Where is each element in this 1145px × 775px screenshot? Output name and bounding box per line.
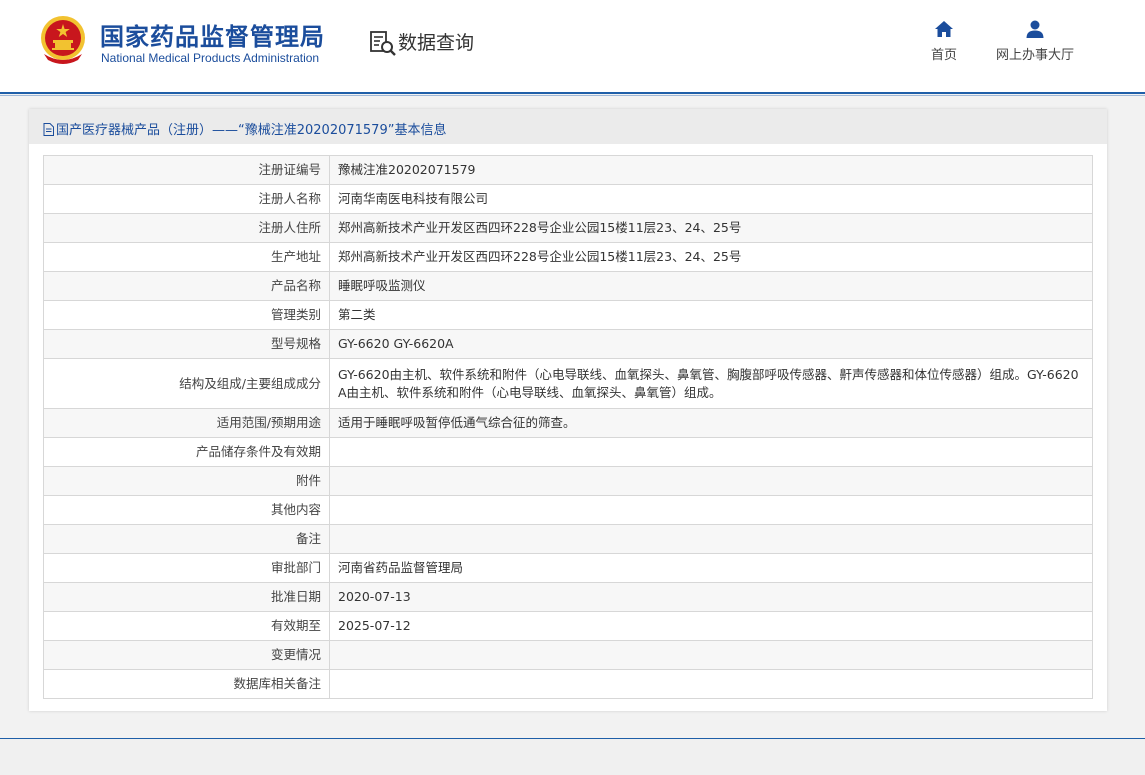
field-label: 批准日期	[43, 582, 330, 612]
field-label: 注册人名称	[43, 184, 330, 214]
field-label: 附件	[43, 466, 330, 496]
table-row: 注册证编号 豫械注准20202071579	[43, 155, 1093, 185]
field-label: 有效期至	[43, 611, 330, 641]
field-value-text: 第二类	[338, 307, 376, 322]
field-value-text: 睡眠呼吸监测仪	[338, 278, 426, 293]
info-table: 注册证编号 豫械注准20202071579 注册人名称 河南华南医电科技有限公司 注册人…	[43, 155, 1093, 699]
user-icon	[1026, 20, 1044, 38]
table-row: 管理类别 第二类	[43, 300, 1093, 330]
field-label: 审批部门	[43, 553, 330, 583]
table-row: 注册人名称 河南华南医电科技有限公司	[43, 184, 1093, 214]
table-row: 产品储存条件及有效期	[43, 437, 1093, 467]
field-label: 产品储存条件及有效期	[43, 437, 330, 467]
home-icon	[935, 21, 953, 37]
table-row: 注册人住所 郑州高新技术产业开发区西四环228号企业公园15楼11层23、24、2…	[43, 213, 1093, 243]
field-label: 结构及组成/主要组成成分	[43, 358, 330, 409]
field-value-text: 郑州高新技术产业开发区西四环228号企业公园15楼11层23、24、25号	[338, 220, 742, 235]
nav-online-hall-link[interactable]: 网上办事大厅	[990, 20, 1080, 63]
field-label: 管理类别	[43, 300, 330, 330]
field-value: 2020-07-13	[329, 582, 1093, 612]
nav-home-label: 首页	[930, 48, 957, 63]
field-label: 变更情况	[43, 640, 330, 670]
field-value	[329, 495, 1093, 525]
field-label: 生产地址	[43, 242, 330, 272]
site-footer	[0, 739, 1145, 775]
field-label: 数据库相关备注	[43, 669, 330, 699]
header-divider-thin	[0, 95, 1145, 96]
field-value: 豫械注准20202071579	[329, 155, 1093, 185]
data-query-icon	[370, 31, 396, 56]
field-value: 2025-07-12	[329, 611, 1093, 641]
field-value	[329, 524, 1093, 554]
table-row: 有效期至 2025-07-12	[43, 611, 1093, 641]
header-divider	[0, 92, 1145, 94]
table-row: 产品名称 睡眠呼吸监测仪	[43, 271, 1093, 301]
document-icon	[43, 123, 54, 136]
field-label: 其他内容	[43, 495, 330, 525]
field-label: 产品名称	[43, 271, 330, 301]
field-value-text: 2020-07-13	[338, 589, 411, 604]
table-row: 结构及组成/主要组成成分 GY-6620由主机、软件系统和附件（心电导联线、血氧探…	[43, 358, 1093, 409]
field-value-text: 河南华南医电科技有限公司	[338, 191, 489, 206]
field-value: 郑州高新技术产业开发区西四环228号企业公园15楼11层23、24、25号	[329, 213, 1093, 243]
field-value	[329, 640, 1093, 670]
field-value-text: GY-6620 GY-6620A	[338, 336, 454, 351]
card-title: 国产医疗器械产品（注册）——“豫械注准20202071579”基本信息	[43, 119, 446, 138]
field-value-text: 豫械注准20202071579	[338, 162, 476, 177]
field-value: 河南华南医电科技有限公司	[329, 184, 1093, 214]
table-row: 审批部门 河南省药品监督管理局	[43, 553, 1093, 583]
field-label: 注册人住所	[43, 213, 330, 243]
national-emblem-icon	[41, 16, 85, 64]
field-value-text: 2025-07-12	[338, 618, 411, 633]
field-value-text: 郑州高新技术产业开发区西四环228号企业公园15楼11层23、24、25号	[338, 249, 742, 264]
table-row: 其他内容	[43, 495, 1093, 525]
field-label: 注册证编号	[43, 155, 330, 185]
section-title: 数据查询	[398, 32, 475, 54]
agency-name-cn: 国家药品监督管理局	[100, 23, 325, 51]
table-row: 批准日期 2020-07-13	[43, 582, 1093, 612]
table-row: 型号规格 GY-6620 GY-6620A	[43, 329, 1093, 359]
field-value: GY-6620由主机、软件系统和附件（心电导联线、血氧探头、鼻氧管、胸腹部呼吸传…	[329, 358, 1093, 409]
field-value	[329, 437, 1093, 467]
agency-name-en: National Medical Products Administration	[101, 51, 320, 65]
table-row: 适用范围/预期用途 适用于睡眠呼吸暂停低通气综合征的筛查。	[43, 408, 1093, 438]
nav-online-hall-label: 网上办事大厅	[995, 48, 1074, 63]
field-value-text: 适用于睡眠呼吸暂停低通气综合征的筛查。	[338, 415, 576, 430]
field-value: 河南省药品监督管理局	[329, 553, 1093, 583]
field-value-text: 河南省药品监督管理局	[338, 560, 464, 575]
field-value-text: GY-6620由主机、软件系统和附件（心电导联线、血氧探头、鼻氧管、胸腹部呼吸传…	[338, 366, 1079, 400]
card-header: 国产医疗器械产品（注册）——“豫械注准20202071579”基本信息	[29, 109, 1107, 144]
table-row: 生产地址 郑州高新技术产业开发区西四环228号企业公园15楼11层23、24、25…	[43, 242, 1093, 272]
card-title-text: 国产医疗器械产品（注册）——“豫械注准20202071579”基本信息	[56, 123, 447, 138]
site-header: 国家药品监督管理局 National Medical Products Admi…	[0, 0, 1145, 92]
table-row: 备注	[43, 524, 1093, 554]
field-value: 第二类	[329, 300, 1093, 330]
table-row: 附件	[43, 466, 1093, 496]
table-row: 变更情况	[43, 640, 1093, 670]
field-label: 适用范围/预期用途	[43, 408, 330, 438]
field-label: 型号规格	[43, 329, 330, 359]
field-value: GY-6620 GY-6620A	[329, 329, 1093, 359]
field-value	[329, 466, 1093, 496]
table-row: 数据库相关备注	[43, 669, 1093, 699]
field-value: 郑州高新技术产业开发区西四环228号企业公园15楼11层23、24、25号	[329, 242, 1093, 272]
field-value	[329, 669, 1093, 699]
field-value: 睡眠呼吸监测仪	[329, 271, 1093, 301]
field-value: 适用于睡眠呼吸暂停低通气综合征的筛查。	[329, 408, 1093, 438]
field-label: 备注	[43, 524, 330, 554]
info-card: 国产医疗器械产品（注册）——“豫械注准20202071579”基本信息 注册证编…	[29, 109, 1107, 711]
nav-home-link[interactable]: 首页	[927, 20, 961, 63]
